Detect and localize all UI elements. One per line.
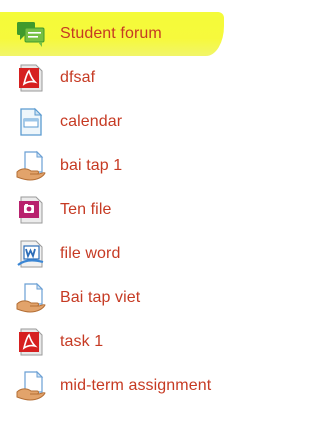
- activity-task-1[interactable]: task 1: [0, 320, 255, 364]
- activity-label: Bai tap viet: [60, 289, 141, 306]
- activity-label: Ten file: [60, 201, 112, 218]
- activity-file-word[interactable]: file word: [0, 232, 255, 276]
- assignment-icon: [15, 282, 47, 314]
- activity-label: task 1: [60, 333, 104, 350]
- activity-label: bai tap 1: [60, 157, 123, 174]
- activity-student-forum[interactable]: Student forum: [0, 12, 224, 56]
- activity-label: file word: [60, 245, 121, 262]
- activity-mid-term-assignment[interactable]: mid-term assignment: [0, 364, 255, 408]
- assignment-icon: [15, 370, 47, 402]
- activity-label: Student forum: [60, 25, 162, 42]
- pdf-icon: [15, 62, 47, 94]
- activity-bai-tap-1[interactable]: bai tap 1: [0, 144, 255, 188]
- word-icon: [15, 238, 47, 270]
- assignment-icon: [15, 150, 47, 182]
- activity-label: mid-term assignment: [60, 377, 212, 394]
- activity-calendar[interactable]: calendar: [0, 100, 255, 144]
- pdf-icon: [15, 326, 47, 358]
- activity-label: calendar: [60, 113, 123, 130]
- forum-icon: [15, 18, 47, 50]
- image-file-icon: [15, 194, 47, 226]
- document-icon: [15, 106, 47, 138]
- activity-bai-tap-viet[interactable]: Bai tap viet: [0, 276, 255, 320]
- activity-dfsaf[interactable]: dfsaf: [0, 56, 255, 100]
- activity-label: dfsaf: [60, 69, 96, 86]
- activity-ten-file[interactable]: Ten file: [0, 188, 255, 232]
